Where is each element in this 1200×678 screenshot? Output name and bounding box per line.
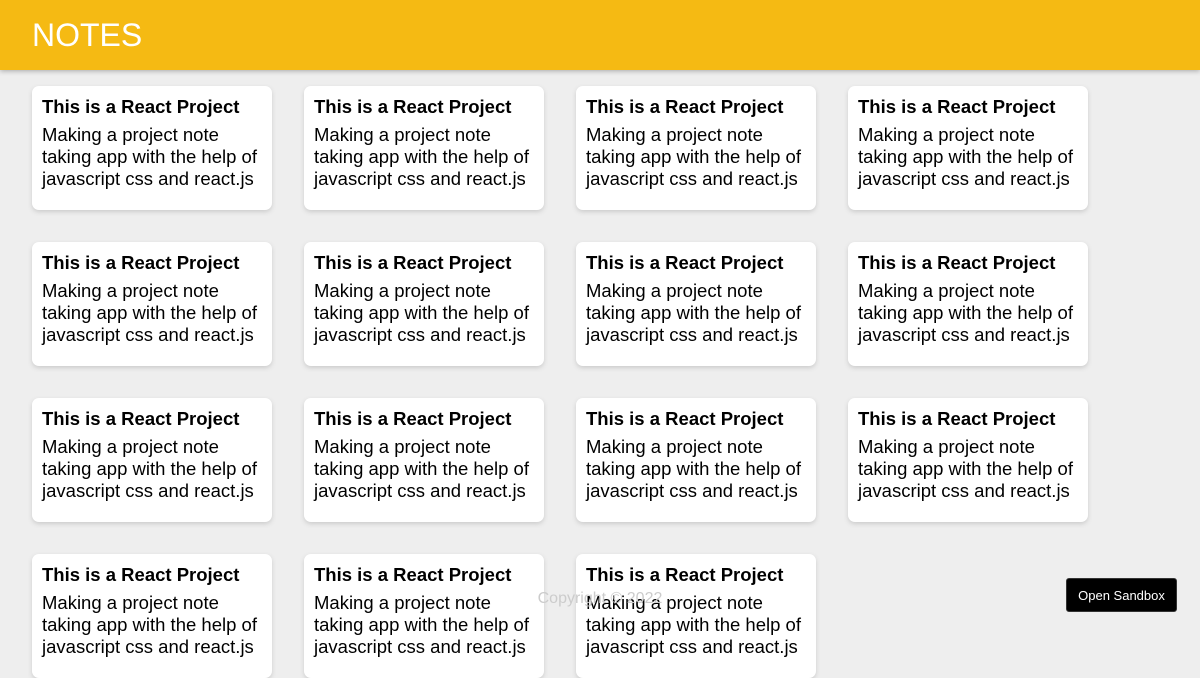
note-card: This is a React Project Making a project … — [576, 86, 816, 210]
app-header: NOTES — [0, 0, 1200, 70]
note-content: Making a project note taking app with th… — [42, 592, 257, 657]
note-content: Making a project note taking app with th… — [586, 592, 801, 657]
open-sandbox-button[interactable]: Open Sandbox — [1066, 578, 1177, 612]
note-content: Making a project note taking app with th… — [586, 436, 801, 501]
note-title: This is a React Project — [586, 96, 784, 117]
note-title: This is a React Project — [42, 564, 240, 585]
note-title: This is a React Project — [586, 408, 784, 429]
note-card: This is a React Project Making a project … — [304, 554, 544, 678]
note-title: This is a React Project — [314, 252, 512, 273]
note-card: This is a React Project Making a project … — [304, 86, 544, 210]
note-content: Making a project note taking app with th… — [858, 280, 1073, 345]
note-title: This is a React Project — [42, 96, 240, 117]
note-title: This is a React Project — [314, 408, 512, 429]
note-content: Making a project note taking app with th… — [314, 280, 529, 345]
note-title: This is a React Project — [586, 252, 784, 273]
note-content: Making a project note taking app with th… — [586, 280, 801, 345]
note-card: This is a React Project Making a project … — [848, 86, 1088, 210]
note-title: This is a React Project — [42, 252, 240, 273]
note-content: Making a project note taking app with th… — [858, 124, 1073, 189]
note-card: This is a React Project Making a project … — [848, 398, 1088, 522]
note-title: This is a React Project — [314, 564, 512, 585]
note-title: This is a React Project — [858, 252, 1056, 273]
note-content: Making a project note taking app with th… — [314, 436, 529, 501]
note-card: This is a React Project Making a project … — [304, 242, 544, 366]
note-content: Making a project note taking app with th… — [314, 124, 529, 189]
note-card: This is a React Project Making a project … — [304, 398, 544, 522]
note-card: This is a React Project Making a project … — [848, 242, 1088, 366]
note-card: This is a React Project Making a project … — [32, 398, 272, 522]
note-title: This is a React Project — [586, 564, 784, 585]
note-content: Making a project note taking app with th… — [586, 124, 801, 189]
note-card: This is a React Project Making a project … — [32, 242, 272, 366]
note-content: Making a project note taking app with th… — [42, 124, 257, 189]
notes-grid: This is a React Project Making a project … — [0, 0, 1200, 678]
note-card: This is a React Project Making a project … — [576, 554, 816, 678]
note-title: This is a React Project — [858, 96, 1056, 117]
app-title: NOTES — [32, 17, 143, 53]
note-title: This is a React Project — [42, 408, 240, 429]
note-card: This is a React Project Making a project … — [576, 242, 816, 366]
note-content: Making a project note taking app with th… — [314, 592, 529, 657]
note-content: Making a project note taking app with th… — [858, 436, 1073, 501]
note-title: This is a React Project — [314, 96, 512, 117]
note-card: This is a React Project Making a project … — [32, 554, 272, 678]
note-content: Making a project note taking app with th… — [42, 280, 257, 345]
note-content: Making a project note taking app with th… — [42, 436, 257, 501]
note-card: This is a React Project Making a project … — [576, 398, 816, 522]
note-card: This is a React Project Making a project … — [32, 86, 272, 210]
note-title: This is a React Project — [858, 408, 1056, 429]
